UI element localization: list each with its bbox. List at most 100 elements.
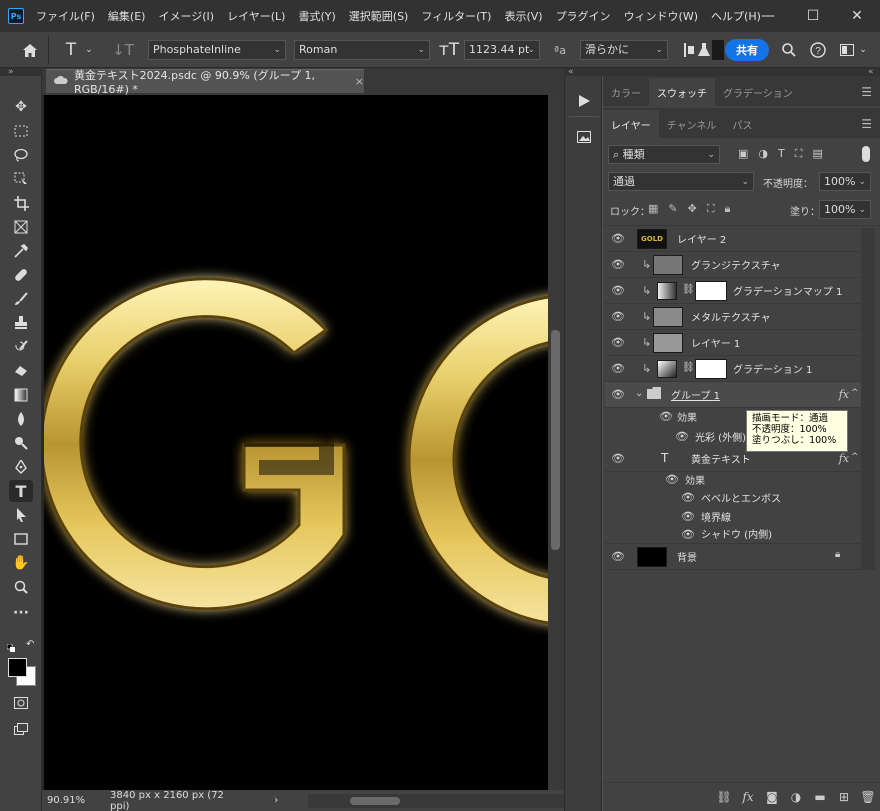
chevron-down-icon[interactable]: ⌄ <box>635 388 643 399</box>
eye-icon[interactable]: 👁︎ <box>611 451 625 465</box>
new-group-icon[interactable]: ▬ <box>808 790 832 804</box>
lasso-tool-icon[interactable] <box>9 144 33 166</box>
menu-window[interactable]: ウィンドウ(W) <box>624 8 698 24</box>
eye-icon[interactable]: 👁︎ <box>611 257 625 271</box>
menu-type[interactable]: 書式(Y) <box>298 8 335 24</box>
chevron-down-icon[interactable]: ⌄ <box>858 40 868 60</box>
eye-icon[interactable]: 👁︎ <box>681 509 695 523</box>
add-mask-icon[interactable]: ◙ <box>760 790 784 804</box>
layers-scrollbar[interactable] <box>861 228 875 570</box>
minimize-button[interactable]: — <box>745 0 791 32</box>
zoom-tool-icon[interactable] <box>9 576 33 598</box>
lock-position-icon[interactable]: ✥ <box>688 202 697 216</box>
brush-tool-icon[interactable] <box>9 288 33 310</box>
menu-plugins[interactable]: プラグイン <box>556 8 611 24</box>
new-adjustment-icon[interactable]: ◑ <box>784 790 808 804</box>
lock-all-icon[interactable]: 🔒︎ <box>725 202 731 216</box>
align-left-icon[interactable] <box>682 40 696 60</box>
lock-transparent-icon[interactable]: ▦ <box>648 202 658 216</box>
fx-icon[interactable]: fx <box>839 388 849 401</box>
foreground-color-swatch[interactable] <box>8 658 27 677</box>
marquee-tool-icon[interactable] <box>9 120 33 142</box>
eye-icon[interactable]: 👁︎ <box>611 387 625 401</box>
help-icon[interactable]: ? <box>808 40 828 60</box>
collapse-effects-icon[interactable]: ^ <box>851 388 859 398</box>
layer-row[interactable]: 👁︎ 背景 🔒︎ <box>605 544 861 570</box>
move-tool-icon[interactable]: ✥ <box>9 96 33 118</box>
document-tab[interactable]: 黄金テキスト2024.psdc @ 90.9% (グループ 1, RGB/16#… <box>46 69 364 96</box>
maximize-button[interactable]: ☐ <box>790 0 836 32</box>
color-swatch[interactable] <box>712 40 724 60</box>
eyedropper-tool-icon[interactable] <box>9 240 33 262</box>
filter-toggle[interactable] <box>862 146 870 162</box>
pen-tool-icon[interactable] <box>9 456 33 478</box>
layer-name[interactable]: グラデーション 1 <box>733 361 812 376</box>
home-icon[interactable] <box>20 40 40 60</box>
filter-shape-icon[interactable]: ⛶ <box>795 147 803 161</box>
fx-icon[interactable]: fx <box>839 452 849 465</box>
collapse-effects-icon[interactable]: ^ <box>851 452 859 462</box>
link-layers-icon[interactable]: ⛓ <box>712 790 736 804</box>
opacity-input[interactable]: 100% ⌄ <box>819 172 871 191</box>
blur-tool-icon[interactable] <box>9 408 33 430</box>
type-tool-preset-icon[interactable]: T <box>60 40 82 60</box>
menu-edit[interactable]: 編集(E) <box>108 8 146 24</box>
layer-row[interactable]: 👁︎ ↳ メタルテクスチャ <box>605 304 861 330</box>
text-orientation-icon[interactable]: ↓T <box>112 40 134 60</box>
layer-name[interactable]: 黄金テキスト <box>691 451 751 466</box>
effect-name[interactable]: 境界線 <box>701 509 731 524</box>
screen-mode-icon[interactable] <box>9 718 33 740</box>
clone-stamp-tool-icon[interactable] <box>9 312 33 334</box>
healing-brush-tool-icon[interactable] <box>9 264 33 286</box>
effect-row[interactable]: 👁︎ ベベルとエンボス <box>605 487 861 507</box>
font-size-select[interactable]: 1123.44 pt ⌄ <box>464 40 540 60</box>
tab-layers[interactable]: レイヤー <box>603 110 659 138</box>
quick-mask-icon[interactable] <box>9 692 33 714</box>
lock-image-icon[interactable]: ✎ <box>668 202 677 216</box>
filter-type-icon[interactable]: T <box>778 147 785 161</box>
layer-name[interactable]: グループ 1 <box>671 387 720 402</box>
chevron-down-icon[interactable]: ⌄ <box>84 40 94 60</box>
delete-layer-icon[interactable]: 🗑︎ <box>856 790 880 804</box>
menu-file[interactable]: ファイル(F) <box>36 8 95 24</box>
filter-adjustment-icon[interactable]: ◑ <box>758 147 768 161</box>
new-layer-icon[interactable]: ⊞ <box>832 790 856 804</box>
document-canvas[interactable] <box>44 95 548 790</box>
panel-menu-icon[interactable]: ☰ <box>861 85 872 99</box>
share-button[interactable]: 共有 <box>725 39 769 61</box>
effect-name[interactable]: 光彩 (外側) <box>695 429 746 444</box>
eye-icon[interactable]: 👁︎ <box>611 335 625 349</box>
eye-icon[interactable]: 👁︎ <box>675 429 689 443</box>
eye-icon[interactable]: 👁︎ <box>681 490 695 504</box>
panel-menu-icon[interactable]: ☰ <box>861 117 872 131</box>
menu-layer[interactable]: レイヤー(L) <box>227 8 285 24</box>
layer-row[interactable]: 👁︎ ↳ グランジテクスチャ <box>605 252 861 278</box>
add-style-icon[interactable]: fx <box>736 790 760 804</box>
effect-row[interactable]: 👁︎ 境界線 <box>605 506 861 526</box>
layer-name[interactable]: レイヤー 1 <box>691 335 740 350</box>
hand-tool-icon[interactable]: ✋ <box>9 552 33 574</box>
status-menu-icon[interactable]: › <box>274 795 278 806</box>
eye-icon[interactable]: 👁︎ <box>681 527 695 541</box>
tab-gradients[interactable]: グラデーション <box>715 78 801 106</box>
eye-icon[interactable]: 👁︎ <box>611 283 625 297</box>
close-tab-icon[interactable]: × <box>355 75 364 88</box>
eye-icon[interactable]: 👁︎ <box>611 309 625 323</box>
tab-color[interactable]: カラー <box>603 78 649 106</box>
horizontal-scrollbar-thumb[interactable] <box>350 796 401 805</box>
filter-smart-object-icon[interactable]: ▤ <box>812 147 822 161</box>
effect-row[interactable]: 👁︎ シャドウ (内側) <box>605 524 861 544</box>
default-colors-icon[interactable] <box>6 642 15 652</box>
font-style-select[interactable]: Roman ⌄ <box>294 40 430 60</box>
tab-swatches[interactable]: スウォッチ <box>649 78 715 106</box>
eye-icon[interactable]: 👁︎ <box>665 472 679 486</box>
layer-name[interactable]: グランジテクスチャ <box>691 257 781 272</box>
horizontal-scrollbar[interactable] <box>308 793 564 808</box>
collapse-icon[interactable]: « <box>568 67 574 77</box>
layer-name[interactable]: グラデーションマップ 1 <box>733 283 842 298</box>
eraser-tool-icon[interactable] <box>9 360 33 382</box>
search-icon[interactable] <box>780 40 798 60</box>
layer-row-selected[interactable]: 👁︎ ⌄ グループ 1 fx <box>605 382 861 408</box>
image-panel-icon[interactable] <box>573 126 595 148</box>
effect-name[interactable]: シャドウ (内側) <box>701 526 772 541</box>
